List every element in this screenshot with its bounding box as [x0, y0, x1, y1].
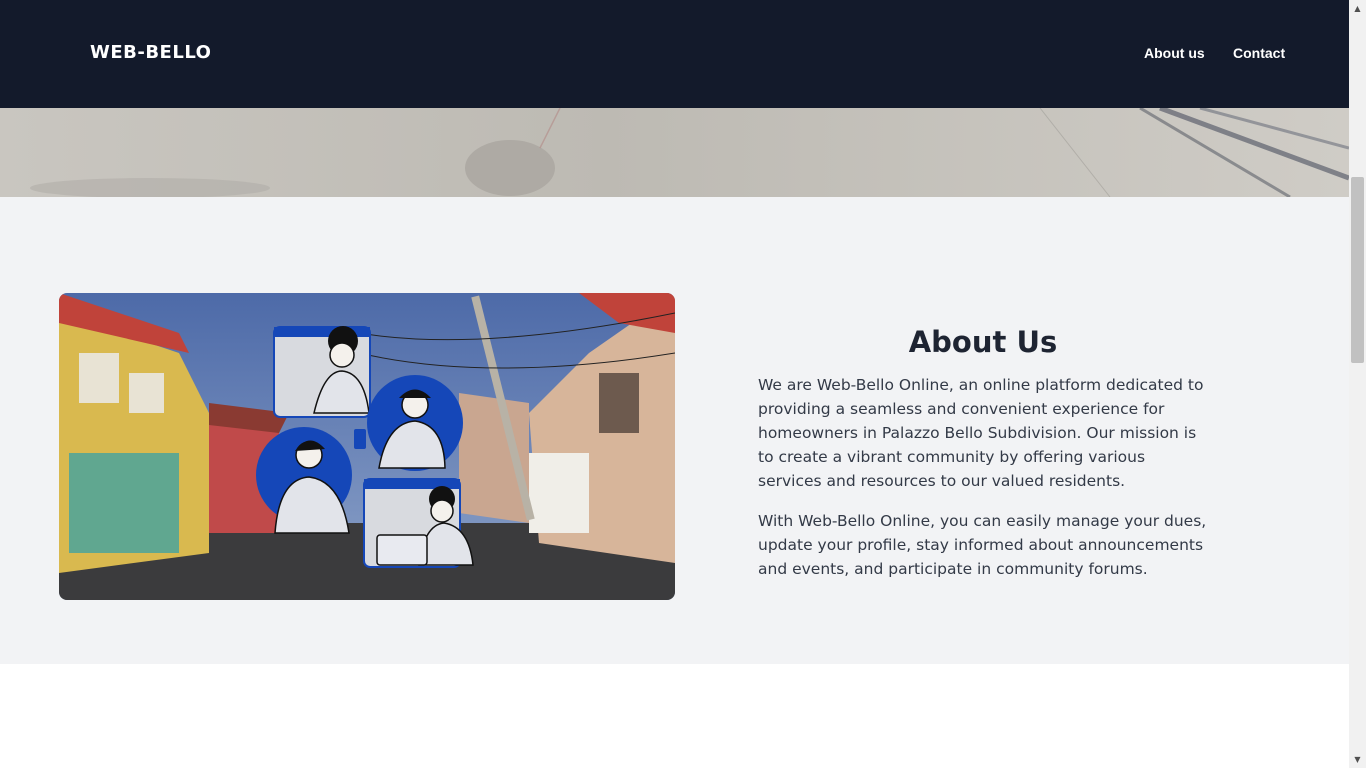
- scrollbar-thumb[interactable]: [1351, 177, 1364, 363]
- about-section: About Us We are Web-Bello Online, an onl…: [0, 197, 1349, 664]
- brand-logo[interactable]: WEB-BELLO: [90, 42, 211, 63]
- nav-link-about-us[interactable]: About us: [1144, 45, 1205, 61]
- about-title: About Us: [908, 325, 1058, 359]
- page: WEB-BELLO About us Contact About Us We a…: [0, 0, 1366, 768]
- about-text-block: About Us We are Web-Bello Online, an onl…: [758, 325, 1208, 597]
- page-scrollbar[interactable]: ▲ ▼: [1349, 0, 1366, 768]
- next-section: [0, 664, 1349, 768]
- about-paragraph-2: With Web-Bello Online, you can easily ma…: [758, 512, 1207, 578]
- hero-background-image: [0, 108, 1349, 197]
- nav-link-contact[interactable]: Contact: [1233, 45, 1285, 61]
- about-paragraph-1: We are Web-Bello Online, an online platf…: [758, 376, 1204, 490]
- triangle-up-icon[interactable]: ▲: [1349, 0, 1366, 17]
- navbar: WEB-BELLO About us Contact: [0, 0, 1349, 108]
- triangle-down-icon[interactable]: ▼: [1349, 751, 1366, 768]
- about-illustration-image: [59, 293, 675, 600]
